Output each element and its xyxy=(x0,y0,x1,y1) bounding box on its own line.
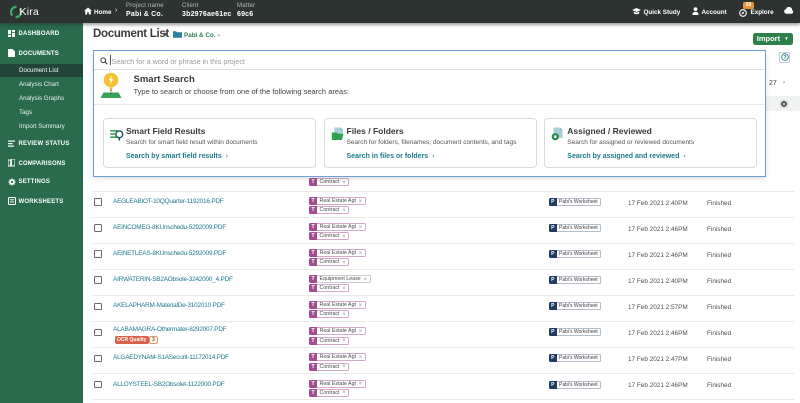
svg-text:?: ? xyxy=(783,55,786,61)
